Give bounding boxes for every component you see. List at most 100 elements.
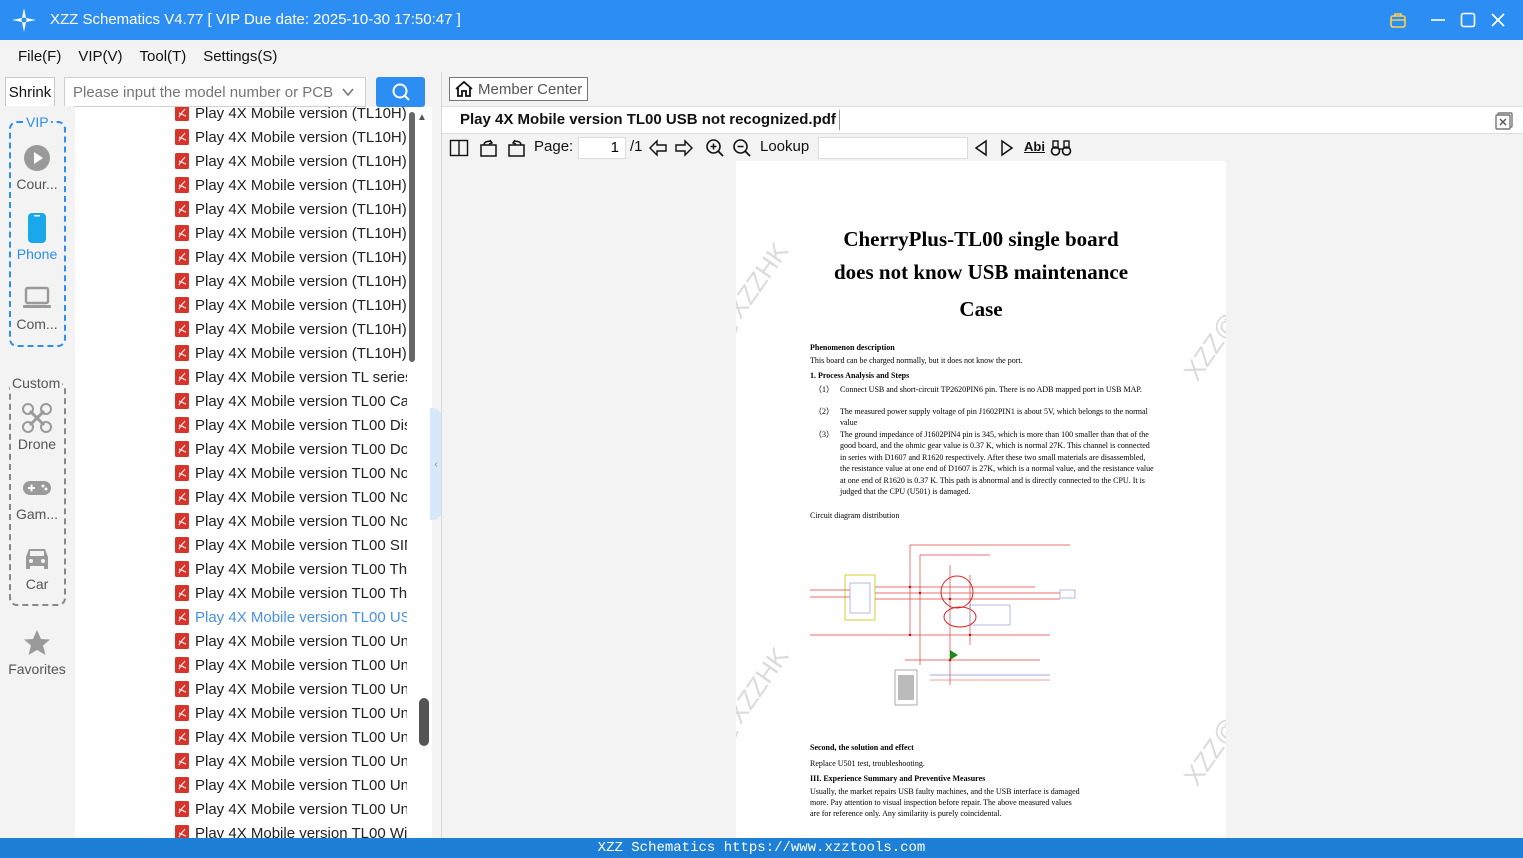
- file-list-item[interactable]: Play 4X Mobile version (TL10H): [175, 341, 407, 365]
- file-list-item[interactable]: Play 4X Mobile version TL00 US: [175, 605, 407, 629]
- file-list-item-label: Play 4X Mobile version TL00 Un: [195, 656, 407, 674]
- rail-item-favorites[interactable]: Favorites: [0, 627, 74, 677]
- vip-bag-icon[interactable]: [1386, 8, 1410, 32]
- file-list-item-label: Play 4X Mobile version TL00 Dis: [195, 416, 407, 434]
- rotate-left-icon[interactable]: [479, 138, 499, 158]
- file-list-item[interactable]: Play 4X Mobile version TL00 Un: [175, 725, 407, 749]
- zoom-out-icon[interactable]: [732, 138, 752, 158]
- phenomenon-text: This board can be charged normally, but …: [810, 356, 1023, 365]
- file-list-item[interactable]: Play 4X Mobile version TL00 Un: [175, 797, 407, 821]
- gamepad-icon: [23, 481, 51, 495]
- chevron-down-icon[interactable]: [341, 85, 355, 99]
- file-list-item[interactable]: Play 4X Mobile version TL00 No: [175, 461, 407, 485]
- zoom-in-icon[interactable]: [705, 138, 725, 158]
- tab-separator: [839, 110, 840, 130]
- pdf-file-icon: [175, 561, 189, 577]
- menu-tool[interactable]: Tool(T): [140, 48, 187, 65]
- vip-group-label: VIP: [24, 114, 51, 130]
- page-number-input[interactable]: 1: [578, 137, 626, 159]
- pdf-file-icon: [175, 129, 189, 145]
- file-list-item[interactable]: Play 4X Mobile version TL00 Un: [175, 653, 407, 677]
- file-list-item[interactable]: Play 4X Mobile version (TL10H): [175, 245, 407, 269]
- file-list-item[interactable]: Play 4X Mobile version TL00 No: [175, 485, 407, 509]
- find-all-icon[interactable]: [1050, 138, 1072, 158]
- file-list-item[interactable]: Play 4X Mobile version (TL10H): [175, 197, 407, 221]
- member-center-button[interactable]: Member Center: [449, 77, 588, 101]
- file-list-item[interactable]: Play 4X Mobile version TL00 Un: [175, 629, 407, 653]
- list-scrollbar-thumb[interactable]: [409, 112, 415, 362]
- rail-item-phone[interactable]: Phone: [0, 212, 74, 262]
- pdf-file-icon: [175, 753, 189, 769]
- rail-item-drone[interactable]: Drone: [0, 402, 74, 452]
- pdf-file-icon: [175, 297, 189, 313]
- pdf-file-icon: [175, 729, 189, 745]
- file-list-item[interactable]: Play 4X Mobile version (TL10H): [175, 149, 407, 173]
- panel-scrollbar-thumb[interactable]: [419, 698, 429, 746]
- pdf-file-icon: [175, 609, 189, 625]
- play-circle-icon: [24, 145, 50, 171]
- file-list-item[interactable]: Play 4X Mobile version TL00 Un: [175, 749, 407, 773]
- file-list-item[interactable]: Play 4X Mobile version TL00 Dis: [175, 413, 407, 437]
- file-list-item[interactable]: Play 4X Mobile version TL00 No: [175, 509, 407, 533]
- file-list-item[interactable]: Play 4X Mobile version TL series: [175, 365, 407, 389]
- find-next-icon[interactable]: [998, 138, 1016, 158]
- pdf-file-icon: [175, 225, 189, 241]
- match-case-button[interactable]: Abi: [1024, 139, 1045, 154]
- file-list-item[interactable]: Play 4X Mobile version (TL10H): [175, 125, 407, 149]
- rail-item-courses[interactable]: Cour...: [0, 142, 74, 192]
- prev-page-icon[interactable]: [648, 138, 668, 158]
- document-tab[interactable]: Play 4X Mobile version TL00 USB not reco…: [460, 111, 836, 128]
- file-list-item[interactable]: Play 4X Mobile version TL00 The: [175, 581, 407, 605]
- file-list-item-label: Play 4X Mobile version (TL10H): [195, 176, 407, 194]
- rotate-right-icon[interactable]: [506, 138, 526, 158]
- pdf-file-icon: [175, 657, 189, 673]
- lookup-input[interactable]: [818, 137, 968, 159]
- file-list-item[interactable]: Play 4X Mobile version (TL10H): [175, 107, 407, 125]
- drone-icon: [22, 403, 52, 433]
- member-center-label: Member Center: [478, 80, 583, 98]
- search-input[interactable]: [73, 82, 333, 102]
- search-button[interactable]: [376, 77, 425, 107]
- file-list-item[interactable]: Play 4X Mobile version TL00 Wi: [175, 821, 407, 838]
- rail-item-games[interactable]: Gam...: [0, 472, 74, 522]
- maximize-button[interactable]: [1456, 8, 1480, 32]
- rail-item-label: Gam...: [15, 506, 58, 522]
- find-previous-icon[interactable]: [972, 138, 990, 158]
- file-list-item[interactable]: Play 4X Mobile version (TL10H): [175, 317, 407, 341]
- title-bar: XZZ Schematics V4.77 [ VIP Due date: 202…: [0, 0, 1523, 40]
- menu-bar: File(F) VIP(V) Tool(T) Settings(S): [0, 40, 1523, 72]
- menu-settings[interactable]: Settings(S): [203, 48, 277, 65]
- circuit-diagram: [810, 544, 1076, 706]
- file-list-item[interactable]: Play 4X Mobile version TL00 The: [175, 557, 407, 581]
- file-list-item[interactable]: Play 4X Mobile version TL00 Do: [175, 437, 407, 461]
- search-box: [64, 77, 366, 107]
- file-list-item[interactable]: Play 4X Mobile version (TL10H): [175, 173, 407, 197]
- rail-item-computer[interactable]: Com...: [0, 282, 74, 332]
- app-logo-icon: [12, 8, 36, 32]
- scroll-up-icon[interactable]: ▲: [417, 112, 427, 123]
- step-text: Connect USB and short-circuit TP2620PIN6…: [840, 385, 1142, 394]
- sidebar-toggle-icon[interactable]: [449, 138, 469, 158]
- rail-item-car[interactable]: Car: [0, 542, 74, 592]
- summary-text: Usually, the market repairs USB faulty m…: [810, 787, 1080, 818]
- step-number: （2）: [814, 407, 834, 416]
- file-list-item[interactable]: Play 4X Mobile version TL00 Un: [175, 677, 407, 701]
- menu-file[interactable]: File(F): [18, 48, 61, 65]
- next-page-icon[interactable]: [674, 138, 694, 158]
- close-button[interactable]: [1486, 8, 1510, 32]
- menu-vip[interactable]: VIP(V): [78, 48, 122, 65]
- file-list-item-label: Play 4X Mobile version TL00 Un: [195, 800, 407, 818]
- close-tab-icon[interactable]: [1495, 112, 1513, 130]
- file-list-item[interactable]: Play 4X Mobile version TL00 Un: [175, 701, 407, 725]
- shrink-button[interactable]: Shrink: [5, 77, 55, 107]
- home-icon: [455, 80, 473, 97]
- file-list-item[interactable]: Play 4X Mobile version TL00 Ca:: [175, 389, 407, 413]
- minimize-button[interactable]: [1426, 8, 1450, 32]
- file-list-item[interactable]: Play 4X Mobile version (TL10H): [175, 293, 407, 317]
- file-list-item[interactable]: Play 4X Mobile version (TL10H): [175, 269, 407, 293]
- pdf-file-icon: [175, 153, 189, 169]
- file-list-item[interactable]: Play 4X Mobile version (TL10H): [175, 221, 407, 245]
- page-label: Page:: [534, 138, 574, 155]
- file-list-item[interactable]: Play 4X Mobile version TL00 SIN: [175, 533, 407, 557]
- file-list-item[interactable]: Play 4X Mobile version TL00 Un: [175, 773, 407, 797]
